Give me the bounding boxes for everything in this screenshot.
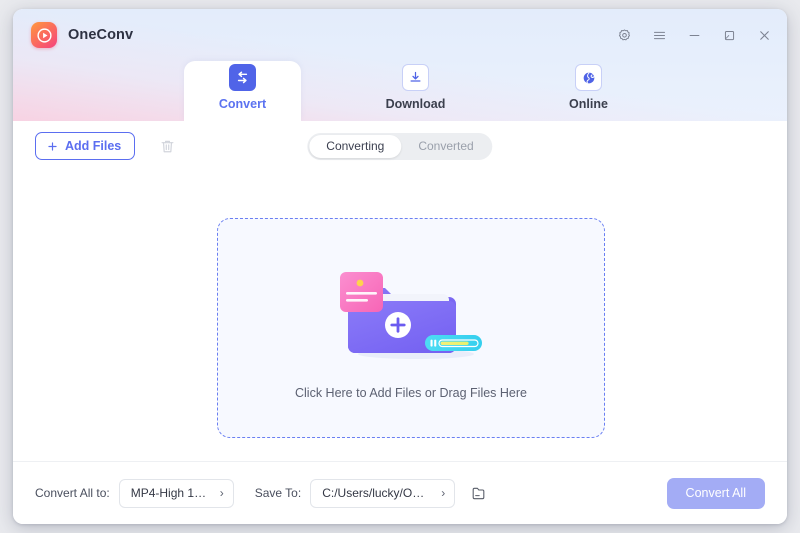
add-files-label: Add Files [65, 139, 122, 153]
title-bar: OneConv [13, 9, 787, 61]
maximize-icon[interactable] [720, 26, 738, 44]
window-controls [615, 26, 773, 44]
tab-online[interactable]: Online [530, 61, 647, 121]
status-filter-toggle: Converting Converted [307, 132, 493, 160]
tab-download-label: Download [385, 97, 446, 111]
format-select[interactable]: MP4-High 1080P › [118, 478, 234, 508]
filter-converting[interactable]: Converting [309, 134, 402, 158]
main-tabs: Convert Download Online [13, 61, 787, 121]
plus-icon [46, 140, 59, 153]
main-content: Click Here to Add Files or Drag Files He… [13, 171, 787, 461]
footer-bar: Convert All to: MP4-High 1080P › Save To… [13, 461, 787, 524]
filter-converted[interactable]: Converted [401, 135, 490, 158]
settings-gear-icon[interactable] [615, 26, 633, 44]
toolbar: Add Files Converting Converted [13, 121, 787, 171]
chevron-right-icon: › [219, 486, 224, 500]
menu-hamburger-icon[interactable] [650, 26, 668, 44]
app-window: OneConv Convert Download Online Add File… [13, 9, 787, 524]
save-to-label: Save To: [254, 486, 302, 500]
download-tray-icon [402, 64, 429, 91]
file-dropzone[interactable]: Click Here to Add Files or Drag Files He… [217, 218, 605, 438]
save-path-value: C:/Users/lucky/OneCo... [322, 486, 429, 500]
tab-convert[interactable]: Convert [184, 61, 301, 121]
format-select-value: MP4-High 1080P [130, 486, 208, 500]
tab-online-label: Online [569, 97, 608, 111]
folder-icon[interactable] [467, 482, 489, 504]
minimize-icon[interactable] [685, 26, 703, 44]
app-title: OneConv [68, 27, 134, 43]
globe-icon [575, 64, 602, 91]
save-path-select[interactable]: C:/Users/lucky/OneCo... › [310, 478, 456, 508]
convert-all-button[interactable]: Convert All [666, 477, 765, 509]
folder-add-files-illustration [331, 256, 491, 364]
trash-icon[interactable] [156, 135, 178, 157]
convert-all-to-label: Convert All to: [35, 486, 110, 500]
play-circle-logo-icon [31, 22, 57, 48]
tab-convert-label: Convert [218, 97, 267, 111]
dropzone-label: Click Here to Add Files or Drag Files He… [294, 386, 528, 400]
chevron-right-icon: › [441, 486, 446, 500]
tab-download[interactable]: Download [357, 61, 474, 121]
convert-arrows-icon [229, 64, 256, 91]
add-files-button[interactable]: Add Files [35, 132, 136, 160]
window-header: OneConv Convert Download Online [13, 9, 787, 121]
close-icon[interactable] [755, 26, 773, 44]
